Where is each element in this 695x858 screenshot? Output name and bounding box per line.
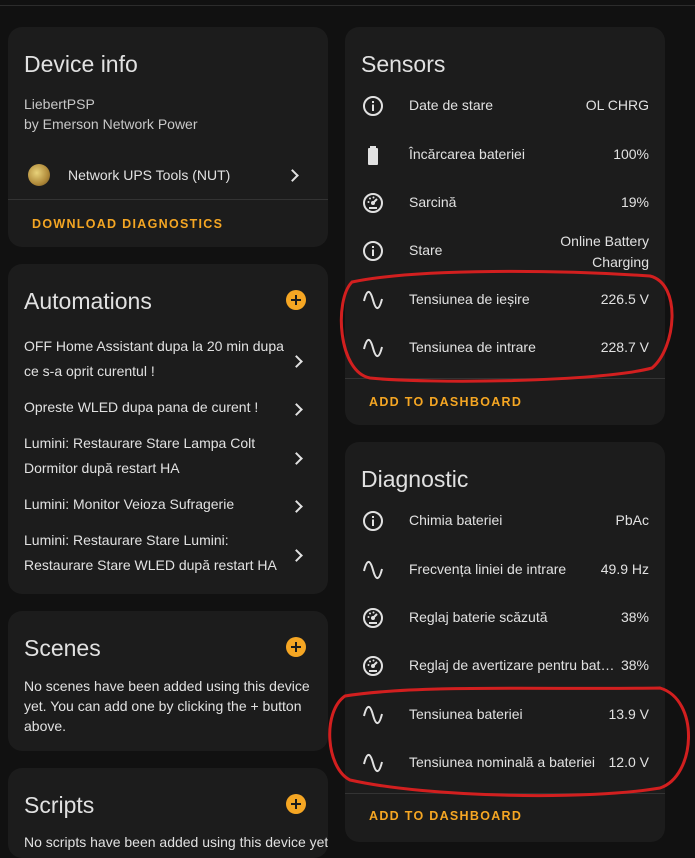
- gauge-icon: [363, 193, 383, 213]
- sensor-row[interactable]: Stare Online Battery Charging: [345, 227, 665, 277]
- diagnostic-value: 13.9 V: [608, 706, 649, 722]
- add-to-dashboard-button[interactable]: ADD TO DASHBOARD: [369, 809, 522, 823]
- sensor-name: Tensiunea de intrare: [409, 339, 536, 355]
- automation-item[interactable]: OFF Home Assistant dupa la 20 min dupa c…: [24, 334, 294, 383]
- sensor-value: 226.5 V: [600, 291, 649, 307]
- diagnostic-name: Reglaj de avertizare pentru bat…: [409, 657, 615, 673]
- diagnostic-name: Reglaj baterie scăzută: [409, 609, 548, 625]
- sensor-value: OL CHRG: [585, 97, 649, 113]
- device-manufacturer: by Emerson Network Power: [24, 116, 198, 132]
- sensor-row[interactable]: Sarcină 19%: [345, 179, 665, 227]
- diagnostic-value: PbAc: [615, 512, 649, 528]
- automation-item[interactable]: Lumini: Restaurare Stare Lumini: Restaur…: [24, 528, 294, 577]
- scripts-title: Scripts: [24, 792, 95, 818]
- diagnostic-value: 49.9 Hz: [600, 561, 649, 577]
- scripts-card: Scripts No scripts have been added using…: [8, 768, 328, 858]
- automations-card: Automations OFF Home Assistant dupa la 2…: [8, 264, 328, 594]
- sensor-value: 19%: [620, 194, 649, 210]
- divider: [345, 793, 665, 794]
- diagnostic-name: Tensiunea nominală a bateriei: [409, 754, 596, 770]
- add-to-dashboard-button[interactable]: ADD TO DASHBOARD: [369, 395, 522, 409]
- sensor-value: 228.7 V: [600, 339, 649, 355]
- add-script-button[interactable]: [286, 794, 306, 814]
- add-scene-button[interactable]: [286, 637, 306, 657]
- sensor-name: Date de stare: [409, 97, 494, 113]
- automation-item[interactable]: Lumini: Monitor Veioza Sufragerie: [24, 492, 294, 517]
- diagnostic-value: 38%: [620, 657, 649, 673]
- diagnostic-row[interactable]: Frecvența liniei de intrare 49.9 Hz: [345, 546, 665, 594]
- add-automation-button[interactable]: [286, 290, 306, 310]
- sensor-name: Sarcină: [409, 194, 457, 210]
- integration-label: Network UPS Tools (NUT): [68, 167, 231, 183]
- sensors-title: Sensors: [361, 51, 446, 77]
- sine-wave-icon: [363, 705, 383, 725]
- divider: [8, 199, 328, 200]
- diagnostic-name: Tensiunea bateriei: [409, 706, 523, 722]
- diagnostic-row[interactable]: Reglaj baterie scăzută 38%: [345, 594, 665, 642]
- info-icon: [363, 511, 383, 531]
- gauge-icon: [363, 608, 383, 628]
- automation-item[interactable]: Opreste WLED dupa pana de curent !: [24, 395, 294, 420]
- nut-logo-icon: [28, 164, 50, 186]
- sensor-name: Stare: [409, 242, 443, 258]
- integration-row[interactable]: Network UPS Tools (NUT): [8, 155, 328, 195]
- chevron-right-icon: [286, 169, 299, 182]
- diagnostic-row[interactable]: Chimia bateriei PbAc: [345, 497, 665, 545]
- sensor-value: 100%: [613, 146, 649, 162]
- scenes-empty-text: No scenes have been added using this dev…: [24, 678, 310, 734]
- device-info-card: Device info LiebertPSP by Emerson Networ…: [8, 27, 328, 247]
- sensor-value-line2: Charging: [592, 254, 649, 270]
- sensor-row[interactable]: Date de stare OL CHRG: [345, 82, 665, 130]
- automations-title: Automations: [24, 288, 152, 314]
- sine-wave-icon: [363, 753, 383, 773]
- sine-wave-icon: [363, 560, 383, 580]
- diagnostic-value: 12.0 V: [608, 754, 649, 770]
- sensor-name: Tensiunea de ieșire: [409, 291, 530, 307]
- automation-item[interactable]: Lumini: Restaurare Stare Lampa Colt Dorm…: [24, 431, 294, 480]
- info-icon: [363, 96, 383, 116]
- sensor-name: Încărcarea bateriei: [409, 146, 525, 162]
- diagnostic-row[interactable]: Tensiunea nominală a bateriei 12.0 V: [345, 739, 665, 787]
- sensor-row[interactable]: Tensiunea de intrare 228.7 V: [345, 324, 665, 372]
- diagnostic-row[interactable]: Tensiunea bateriei 13.9 V: [345, 691, 665, 739]
- info-icon: [363, 241, 383, 261]
- gauge-icon: [363, 656, 383, 676]
- scripts-empty-text: No scripts have been added using this de…: [24, 834, 328, 850]
- scenes-card: Scenes No scenes have been added using t…: [8, 611, 328, 751]
- sine-wave-icon: [363, 338, 383, 358]
- sensor-row[interactable]: Încărcarea bateriei 100%: [345, 131, 665, 179]
- device-info-title: Device info: [24, 51, 138, 77]
- diagnostic-name: Frecvența liniei de intrare: [409, 561, 567, 577]
- sensor-row[interactable]: Tensiunea de ieșire 226.5 V: [345, 276, 665, 324]
- scenes-title: Scenes: [24, 635, 101, 661]
- diagnostic-name: Chimia bateriei: [409, 512, 503, 528]
- sine-wave-icon: [363, 290, 383, 310]
- diagnostic-title: Diagnostic: [361, 466, 469, 492]
- top-border: [0, 0, 695, 6]
- download-diagnostics-button[interactable]: DOWNLOAD DIAGNOSTICS: [32, 217, 223, 231]
- sensors-card: Sensors Date de stare OL CHRG Încărcarea…: [345, 27, 665, 425]
- diagnostic-card: Diagnostic Chimia bateriei PbAc Frecvenț…: [345, 442, 665, 842]
- battery-icon: [368, 146, 378, 165]
- device-model: LiebertPSP: [24, 96, 95, 112]
- divider: [345, 378, 665, 379]
- diagnostic-row[interactable]: Reglaj de avertizare pentru bat… 38%: [345, 642, 665, 690]
- diagnostic-value: 38%: [620, 609, 649, 625]
- sensor-value-line1: Online Battery: [560, 233, 649, 249]
